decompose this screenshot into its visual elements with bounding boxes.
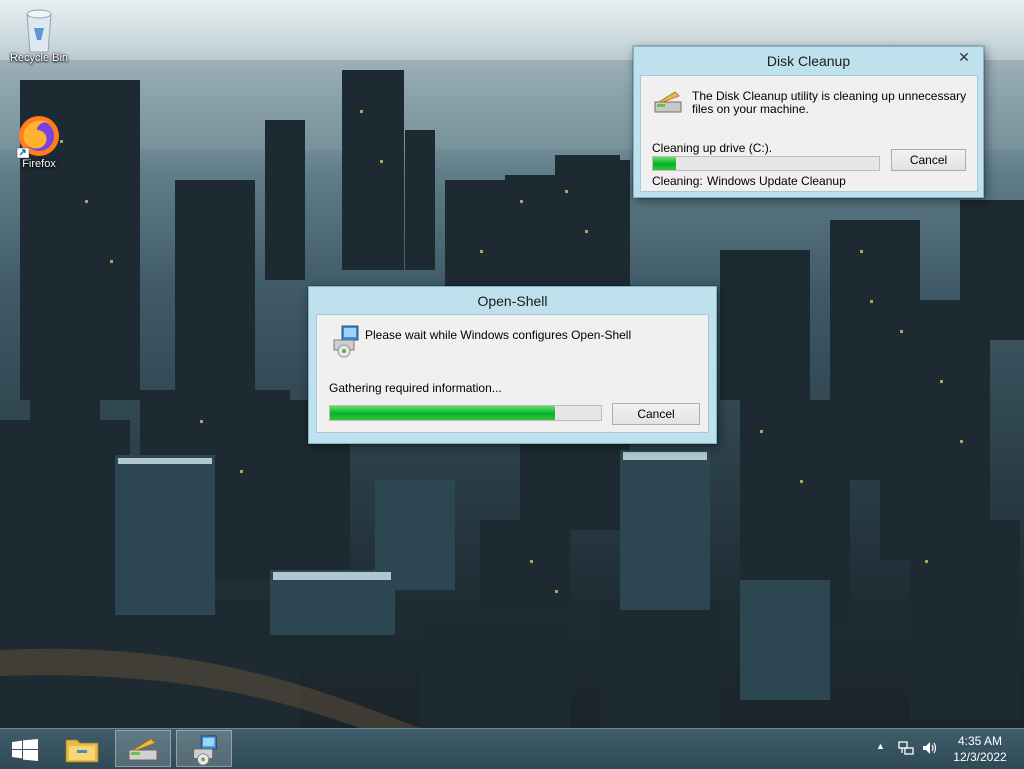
open-shell-progress-bar bbox=[329, 405, 602, 421]
cleaning-item: Windows Update Cleanup bbox=[707, 174, 846, 188]
windows-logo-icon bbox=[12, 739, 38, 764]
show-hidden-icons-button[interactable]: ▲ bbox=[876, 741, 885, 751]
disk-cleanup-icon bbox=[127, 737, 161, 766]
progress-fill bbox=[330, 406, 555, 420]
recycle-bin-icon bbox=[19, 6, 59, 53]
window-title: Open-Shell bbox=[477, 293, 548, 309]
desktop-icon-recycle-bin[interactable]: Recycle Bin bbox=[2, 6, 76, 64]
disk-cleanup-progress-bar bbox=[652, 156, 880, 171]
cleaning-label: Cleaning: bbox=[652, 174, 703, 188]
disk-cleanup-cancel-button[interactable]: Cancel bbox=[891, 149, 966, 171]
open-shell-cancel-button[interactable]: Cancel bbox=[612, 403, 700, 425]
disk-cleanup-body: The Disk Cleanup utility is cleaning up … bbox=[640, 75, 978, 192]
clock-date: 12/3/2022 bbox=[953, 750, 1007, 764]
network-icon[interactable] bbox=[897, 739, 915, 760]
close-icon[interactable]: ✕ bbox=[951, 49, 977, 67]
speaker-icon[interactable] bbox=[921, 739, 939, 760]
taskbar-open-shell-installer[interactable] bbox=[176, 730, 232, 767]
installer-icon bbox=[330, 324, 362, 361]
drive-label: Cleaning up drive (C:). bbox=[652, 141, 773, 155]
open-shell-status: Gathering required information... bbox=[329, 381, 502, 395]
disk-cleanup-titlebar[interactable]: Disk Cleanup ✕ bbox=[634, 47, 983, 75]
open-shell-message: Please wait while Windows configures Ope… bbox=[365, 328, 632, 342]
disk-cleanup-window: Disk Cleanup ✕ The Disk Cleanup utility … bbox=[633, 46, 984, 198]
open-shell-titlebar[interactable]: Open-Shell bbox=[309, 287, 716, 315]
disk-cleanup-app-icon bbox=[653, 90, 685, 119]
desktop-icon-firefox[interactable]: Firefox bbox=[2, 112, 76, 170]
taskbar-disk-cleanup[interactable] bbox=[115, 730, 171, 767]
installer-icon bbox=[190, 734, 220, 769]
folder-icon bbox=[65, 736, 99, 767]
start-button[interactable] bbox=[0, 730, 50, 767]
firefox-icon bbox=[16, 112, 59, 159]
clock-time: 4:35 AM bbox=[957, 734, 1003, 748]
window-title: Disk Cleanup bbox=[766, 53, 851, 69]
progress-fill bbox=[653, 157, 676, 170]
open-shell-body: Please wait while Windows configures Ope… bbox=[316, 314, 709, 433]
disk-cleanup-message: The Disk Cleanup utility is cleaning up … bbox=[692, 89, 967, 116]
taskbar: ▲ 4:35 AM 12/3/2022 bbox=[0, 728, 1024, 769]
open-shell-window: Open-Shell Please wait while Windows con… bbox=[308, 286, 717, 444]
taskbar-file-explorer[interactable] bbox=[55, 730, 111, 767]
clock[interactable]: 4:35 AM 12/3/2022 bbox=[950, 733, 1010, 765]
